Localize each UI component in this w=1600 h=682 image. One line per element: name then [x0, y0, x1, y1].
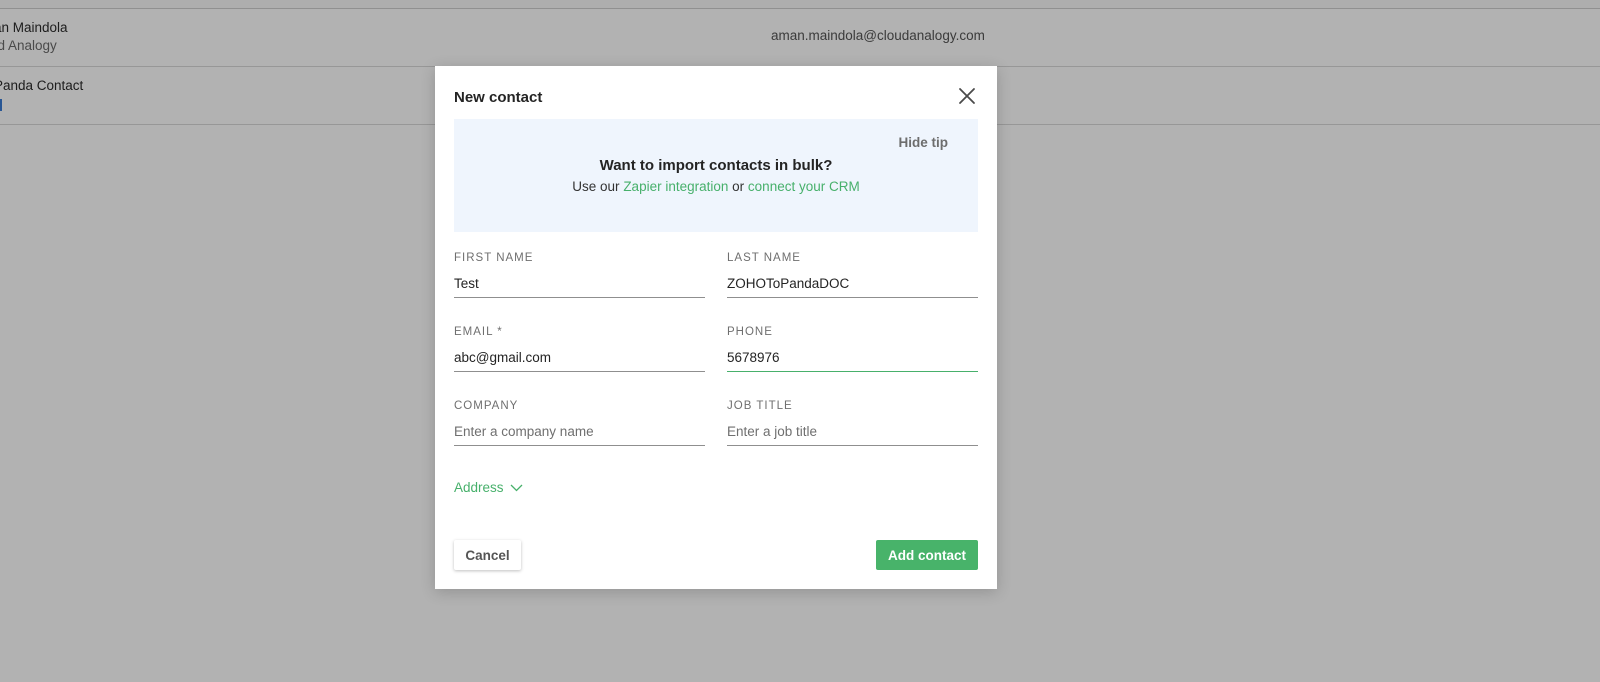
tip-title: Want to import contacts in bulk?	[599, 157, 833, 174]
tip-text: Use our Zapier integration or connect yo…	[454, 179, 978, 194]
tip-text-middle: or	[732, 179, 745, 194]
address-toggle[interactable]: Address	[454, 480, 523, 495]
company-label: COMPANY	[454, 400, 519, 412]
cancel-button[interactable]: Cancel	[454, 540, 521, 570]
last-name-field: LAST NAME	[727, 252, 978, 298]
company-field: COMPANY	[454, 400, 705, 446]
add-contact-button[interactable]: Add contact	[876, 540, 978, 570]
email-field: EMAIL *	[454, 326, 705, 372]
first-name-label: FIRST NAME	[454, 252, 534, 264]
new-contact-dialog: New contact Hide tip Want to import cont…	[435, 66, 997, 589]
chevron-down-icon	[510, 484, 522, 491]
close-icon	[959, 88, 975, 104]
last-name-input[interactable]	[727, 272, 978, 298]
job-title-field: JOB TITLE	[727, 400, 978, 446]
hide-tip-button[interactable]: Hide tip	[899, 135, 949, 150]
phone-label: PHONE	[727, 326, 773, 338]
company-input[interactable]	[454, 420, 705, 446]
phone-field: PHONE	[727, 326, 978, 372]
address-label: Address	[454, 480, 504, 495]
phone-input[interactable]	[727, 346, 978, 372]
last-name-label: LAST NAME	[727, 252, 801, 264]
close-button[interactable]	[957, 86, 977, 106]
first-name-field: FIRST NAME	[454, 252, 705, 298]
email-input[interactable]	[454, 346, 705, 372]
dialog-title: New contact	[454, 89, 543, 106]
import-tip-banner: Hide tip Want to import contacts in bulk…	[454, 119, 978, 232]
tip-text-prefix: Use our	[572, 179, 620, 194]
job-title-label: JOB TITLE	[727, 400, 793, 412]
zapier-integration-link[interactable]: Zapier integration	[623, 179, 728, 194]
connect-crm-link[interactable]: connect your CRM	[748, 179, 860, 194]
first-name-input[interactable]	[454, 272, 705, 298]
email-label: EMAIL *	[454, 326, 503, 338]
job-title-input[interactable]	[727, 420, 978, 446]
